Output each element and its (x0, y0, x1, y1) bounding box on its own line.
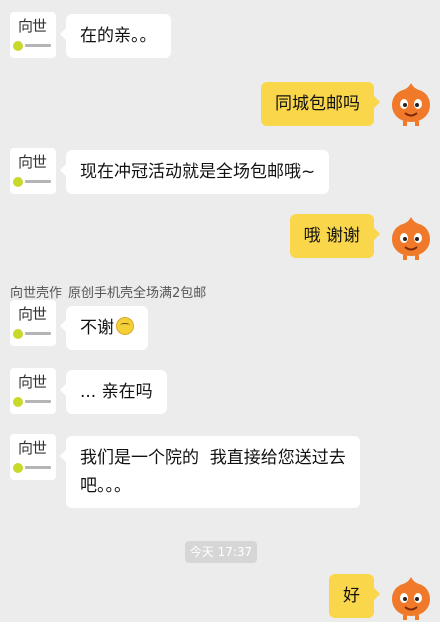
orange-character-icon (392, 83, 430, 126)
shop-avatar[interactable]: 向世 (10, 300, 56, 346)
shop-logo-text: 向世 (18, 17, 47, 35)
logo-dot-icon (13, 41, 23, 51)
message-bubble[interactable]: ... 亲在吗 (60, 370, 167, 414)
shop-subtitle: 原创手机壳全场满2包邮 (68, 286, 207, 301)
message-text: 同城包邮吗 (275, 94, 360, 114)
message-bubble[interactable]: 同城包邮吗 (261, 82, 380, 126)
message-text: ... 亲在吗 (80, 382, 153, 402)
user-avatar[interactable] (388, 80, 434, 126)
orange-character-icon (392, 577, 430, 620)
message-text: 哦 谢谢 (303, 226, 360, 246)
logo-dot-icon (13, 397, 23, 407)
shop-logo-text: 向世 (18, 305, 47, 323)
timestamp-badge: 今天 17:37 (185, 541, 257, 563)
message-text: 现在冲冠活动就是全场包邮哦~ (80, 162, 316, 182)
logo-caption (25, 400, 51, 403)
user-avatar[interactable] (388, 214, 434, 260)
smile-emoji-icon (116, 317, 134, 335)
shop-avatar[interactable]: 向世 (10, 12, 56, 58)
shop-avatar[interactable]: 向世 (10, 434, 56, 480)
message-bubble[interactable]: 不谢 (60, 306, 148, 350)
shop-name: 向世壳作 (10, 286, 63, 301)
shop-logo-text: 向世 (18, 373, 47, 391)
shop-avatar[interactable]: 向世 (10, 148, 56, 194)
logo-caption (25, 44, 51, 47)
message-text-line: 我们是一个院的 我直接给您送过去 (80, 448, 346, 468)
chat-conversation: 向世 在的亲。。 同城包邮吗 向世 现在冲冠活动就是全场包邮哦~ 哦 谢谢 向世… (0, 0, 440, 622)
user-avatar[interactable] (388, 574, 434, 620)
message-text: 在的亲。。 (80, 26, 157, 46)
shop-logo-text: 向世 (18, 439, 47, 457)
shop-avatar[interactable]: 向世 (10, 368, 56, 414)
message-bubble[interactable]: 在的亲。。 (60, 14, 171, 58)
orange-character-icon (392, 217, 430, 260)
message-bubble[interactable]: 现在冲冠活动就是全场包邮哦~ (59, 150, 330, 194)
logo-caption (25, 332, 51, 335)
logo-dot-icon (13, 329, 23, 339)
shop-logo-text: 向世 (18, 153, 47, 171)
message-text: 不谢 (80, 318, 114, 338)
logo-caption (25, 466, 51, 469)
message-bubble[interactable]: 我们是一个院的 我直接给您送过去 吧。。。 (60, 436, 360, 508)
message-bubble[interactable]: 好 (329, 574, 380, 618)
sender-name: 向世壳作 原创手机壳全场满2包邮 (10, 282, 206, 301)
message-text: 好 (343, 586, 360, 606)
logo-dot-icon (13, 177, 23, 187)
logo-dot-icon (13, 463, 23, 473)
message-bubble[interactable]: 哦 谢谢 (289, 214, 381, 258)
logo-caption (25, 180, 51, 183)
message-text-line: 吧。。。 (80, 476, 131, 496)
